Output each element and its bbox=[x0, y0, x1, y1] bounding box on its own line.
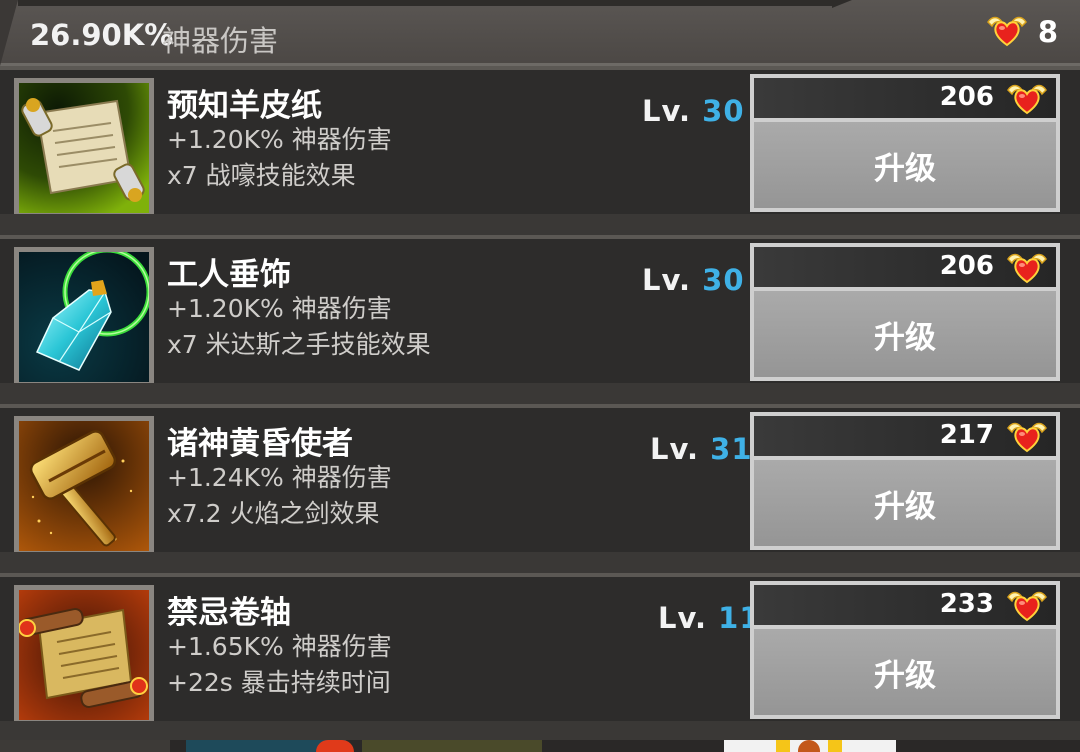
total-artifact-damage-value: 26.90K% bbox=[30, 18, 174, 52]
upgrade-cost-bar: 217 bbox=[754, 416, 1056, 456]
header-tab-edge bbox=[0, 0, 18, 66]
upgrade-panel: 217 升级 bbox=[750, 412, 1060, 550]
upgrade-cost-value: 206 bbox=[939, 251, 994, 281]
level-prefix: Lv. bbox=[642, 94, 692, 128]
artifact-row: 预知羊皮纸 +1.20K% 神器伤害 x7 战嚎技能效果 Lv. 30 206 … bbox=[0, 66, 1080, 224]
upgrade-panel: 233 升级 bbox=[750, 581, 1060, 719]
artifact-effect-bonus: x7.2 火焰之剑效果 bbox=[167, 499, 380, 528]
upgrade-panel: 206 升级 bbox=[750, 74, 1060, 212]
artifact-row: 诸神黄昏使者 +1.24K% 神器伤害 x7.2 火焰之剑效果 Lv. 31 2… bbox=[0, 404, 1080, 562]
header-tab-corner bbox=[832, 0, 852, 8]
artifact-damage-bonus: +1.20K% 神器伤害 bbox=[167, 294, 392, 323]
artifact-icon-frame bbox=[14, 247, 154, 387]
forbidden-scroll-icon bbox=[19, 590, 149, 720]
upgrade-cost-value: 217 bbox=[939, 420, 994, 450]
artifact-header-bar: 26.90K% 神器伤害 8 bbox=[0, 0, 1080, 66]
level-number: 30 bbox=[702, 94, 745, 128]
artifact-effect-bonus: x7 战嚎技能效果 bbox=[167, 161, 356, 190]
upgrade-cost-value: 206 bbox=[939, 82, 994, 112]
row-separator bbox=[0, 214, 1080, 224]
winged-heart-icon bbox=[986, 12, 1028, 48]
upgrade-panel: 206 升级 bbox=[750, 243, 1060, 381]
artifact-row: 禁忌卷轴 +1.65K% 神器伤害 +22s 暴击持续时间 Lv. 11 233… bbox=[0, 573, 1080, 731]
level-prefix: Lv. bbox=[658, 601, 708, 635]
row-separator bbox=[0, 552, 1080, 562]
star-icon bbox=[828, 740, 842, 752]
row-separator bbox=[0, 383, 1080, 393]
notification-badge-icon bbox=[316, 740, 354, 752]
winged-heart-icon bbox=[1006, 249, 1048, 285]
artifact-row: 工人垂饰 +1.20K% 神器伤害 x7 米达斯之手技能效果 Lv. 30 20… bbox=[0, 235, 1080, 393]
upgrade-button[interactable]: 升级 bbox=[754, 122, 1056, 208]
upgrade-cost-bar: 206 bbox=[754, 78, 1056, 118]
winged-heart-icon bbox=[1006, 80, 1048, 116]
golden-hammer-icon bbox=[19, 421, 149, 551]
artifact-level: Lv. 30 bbox=[642, 94, 745, 128]
winged-heart-icon bbox=[1006, 587, 1048, 623]
artifact-level: Lv. 31 bbox=[650, 432, 753, 466]
level-prefix: Lv. bbox=[642, 263, 692, 297]
artifact-damage-bonus: +1.24K% 神器伤害 bbox=[167, 463, 392, 492]
total-artifact-damage-label: 神器伤害 bbox=[162, 24, 279, 58]
artifact-name: 禁忌卷轴 bbox=[167, 595, 291, 631]
artifact-level: Lv. 30 bbox=[642, 263, 745, 297]
row-separator bbox=[0, 721, 1080, 731]
artifact-damage-bonus: +1.20K% 神器伤害 bbox=[167, 125, 392, 154]
artifact-level: Lv. 11 bbox=[658, 601, 761, 635]
artifact-icon-frame bbox=[14, 78, 154, 218]
artifact-name: 预知羊皮纸 bbox=[167, 88, 322, 124]
upgrade-button[interactable]: 升级 bbox=[754, 629, 1056, 715]
level-prefix: Lv. bbox=[650, 432, 700, 466]
bottom-tab-strip bbox=[0, 740, 1080, 752]
artifact-name: 工人垂饰 bbox=[167, 257, 291, 293]
artifact-damage-bonus: +1.65K% 神器伤害 bbox=[167, 632, 392, 661]
upgrade-cost-value: 233 bbox=[939, 589, 994, 619]
artifact-icon-frame bbox=[14, 416, 154, 556]
winged-heart-icon bbox=[1006, 418, 1048, 454]
artifact-icon-frame bbox=[14, 585, 154, 725]
bottom-tab-segment[interactable] bbox=[362, 740, 542, 752]
star-icon bbox=[776, 740, 790, 752]
upgrade-button[interactable]: 升级 bbox=[754, 460, 1056, 546]
heart-currency-count: 8 bbox=[1037, 15, 1058, 49]
artifact-name: 诸神黄昏使者 bbox=[167, 426, 353, 462]
level-number: 31 bbox=[710, 432, 753, 466]
upgrade-button[interactable]: 升级 bbox=[754, 291, 1056, 377]
crystal-pendant-icon bbox=[19, 252, 149, 382]
header-tab-top bbox=[18, 0, 832, 6]
artifact-effect-bonus: x7 米达斯之手技能效果 bbox=[167, 330, 431, 359]
upgrade-cost-bar: 233 bbox=[754, 585, 1056, 625]
parchment-scroll-icon bbox=[19, 83, 149, 213]
artifact-effect-bonus: +22s 暴击持续时间 bbox=[167, 668, 391, 697]
upgrade-cost-bar: 206 bbox=[754, 247, 1056, 287]
bottom-tab-segment[interactable] bbox=[0, 740, 170, 752]
level-number: 30 bbox=[702, 263, 745, 297]
